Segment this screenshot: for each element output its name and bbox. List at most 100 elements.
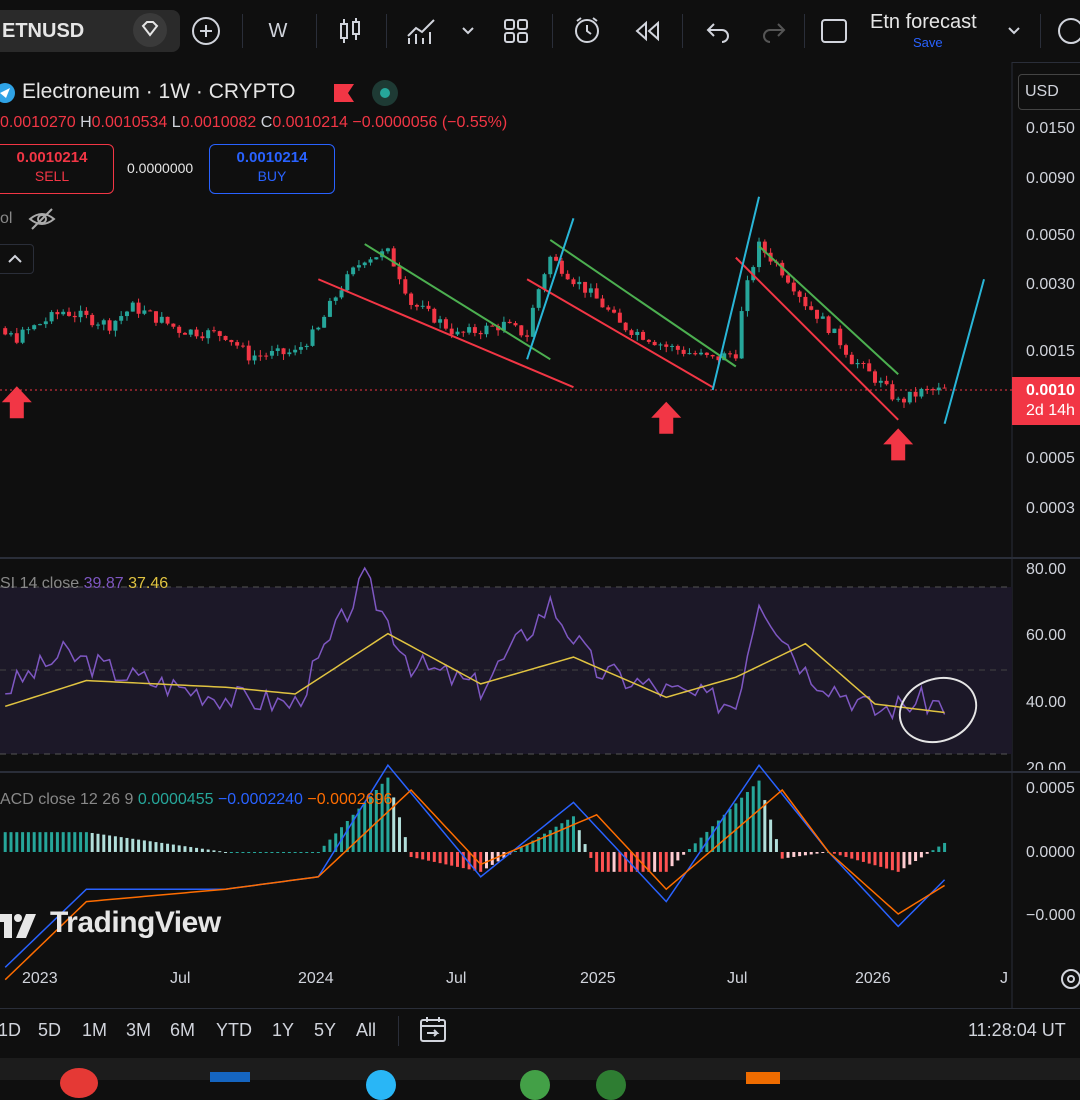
macd-histogram-bar (137, 839, 141, 852)
taskbar-app-icon[interactable] (366, 1070, 396, 1100)
candle-body (907, 391, 912, 403)
redo-icon[interactable] (758, 10, 790, 52)
candle-body (351, 267, 356, 275)
candle-body (84, 310, 89, 315)
chart-canvas[interactable] (0, 62, 1080, 1008)
taskbar-app-icon[interactable] (520, 1070, 550, 1100)
candle-body (217, 331, 222, 336)
eye-off-icon[interactable] (28, 207, 56, 236)
candle-body (890, 384, 895, 400)
currency-selector[interactable]: USD (1018, 74, 1080, 110)
layout-name[interactable]: Etn forecast (870, 11, 977, 34)
range-1y[interactable]: 1Y (272, 1020, 294, 1041)
macd-histogram-bar (890, 852, 894, 871)
candle-body (873, 371, 877, 383)
time-tick: J (1000, 970, 1008, 987)
taskbar-app-icon[interactable] (210, 1072, 250, 1082)
candle-body (815, 309, 820, 319)
range-1m[interactable]: 1M (82, 1020, 107, 1041)
fullscreen-icon[interactable] (816, 10, 852, 52)
taskbar-app-icon[interactable] (596, 1070, 626, 1100)
save-button[interactable]: Save (913, 35, 943, 50)
macd-histogram-bar (183, 846, 187, 852)
candle-body (339, 290, 344, 298)
candle-body (646, 339, 651, 342)
candles-icon[interactable] (336, 10, 364, 52)
macd-histogram-bar (450, 852, 454, 866)
range-5y[interactable]: 5Y (314, 1020, 336, 1041)
chart-title: Electroneum · 1W · CRYPTO (22, 80, 296, 103)
interval-button[interactable]: W (262, 10, 294, 52)
macd-histogram-bar (664, 852, 668, 872)
macd-signal-value: −0.0002696 (307, 791, 393, 808)
candle-body (414, 304, 419, 307)
candle-body (38, 324, 42, 326)
replay-icon[interactable] (630, 10, 664, 52)
range-ytd[interactable]: YTD (216, 1020, 252, 1041)
sell-button[interactable]: 0.0010214 SELL (0, 144, 114, 194)
goto-date-icon[interactable] (418, 1016, 448, 1049)
high-value: 0.0010534 (91, 114, 168, 131)
macd-histogram-bar (195, 847, 199, 852)
candle-body (101, 320, 106, 325)
macd-histogram-bar (641, 852, 645, 872)
time-tick: Jul (170, 970, 191, 987)
candle-body (316, 327, 321, 330)
macd-histogram-bar (96, 833, 100, 852)
range-5d[interactable]: 5D (38, 1020, 61, 1041)
macd-histogram-bar (583, 844, 587, 852)
time-tick: 2025 (580, 970, 616, 987)
macd-histogram-bar (919, 852, 923, 858)
clock-icon[interactable] (1056, 10, 1080, 52)
candle-body (652, 341, 657, 346)
undo-icon[interactable] (702, 10, 734, 52)
symbol-name[interactable]: ETNUSD (2, 20, 84, 43)
clock-readout: 11:28:04 UT (968, 1020, 1066, 1040)
macd-histogram-bar (786, 852, 790, 858)
candle-body (559, 260, 564, 274)
candle-body (153, 311, 158, 323)
macd-legend: ACD close 12 26 9 0.0000455 −0.0002240 −… (0, 791, 392, 809)
macd-histogram-bar (566, 819, 570, 852)
rsi-tick: 20.00 (1026, 760, 1067, 770)
macd-histogram-bar (357, 808, 361, 852)
taskbar-app-icon[interactable] (60, 1068, 98, 1098)
taskbar-app-icon[interactable] (746, 1072, 780, 1084)
layouts-icon[interactable] (500, 10, 532, 52)
alert-icon[interactable] (570, 10, 606, 52)
range-3m[interactable]: 3M (126, 1020, 151, 1041)
market-status-icon (372, 80, 398, 106)
layout-chevron-down-icon[interactable] (1004, 10, 1024, 52)
macd-histogram-bar (229, 852, 233, 853)
collapse-legend-button[interactable] (0, 244, 34, 274)
macd-histogram-bar (276, 852, 280, 853)
candle-body (664, 344, 669, 347)
candle-body (304, 345, 309, 348)
settings-gear-icon[interactable] (1058, 966, 1080, 997)
candle-body (467, 327, 472, 333)
candle-body (930, 389, 935, 391)
compare-add-icon[interactable] (188, 10, 224, 52)
range-6m[interactable]: 6M (170, 1020, 195, 1041)
macd-histogram-bar (131, 838, 135, 852)
range-all[interactable]: All (356, 1020, 376, 1041)
candle-body (791, 282, 796, 292)
rsi-value: 39.87 (83, 575, 124, 592)
candle-body (942, 387, 947, 389)
indicators-icon[interactable] (404, 10, 438, 52)
macd-histogram-bar (484, 852, 488, 869)
chevron-down-icon[interactable] (458, 10, 478, 52)
price-tick: 0.0003 (1026, 500, 1075, 517)
range-1d[interactable]: 1D (0, 1020, 21, 1041)
price-tick: 0.0005 (1026, 450, 1075, 467)
macd-histogram-bar (21, 832, 25, 852)
candle-body (3, 328, 8, 335)
candle-body (542, 274, 547, 290)
candle-body (409, 293, 414, 305)
candle-body (745, 280, 750, 312)
candle-body (809, 306, 814, 310)
candle-body (849, 354, 854, 365)
diamond-icon[interactable] (133, 13, 167, 47)
buy-button[interactable]: 0.0010214 BUY (209, 144, 335, 194)
macd-histogram-bar (937, 846, 941, 852)
